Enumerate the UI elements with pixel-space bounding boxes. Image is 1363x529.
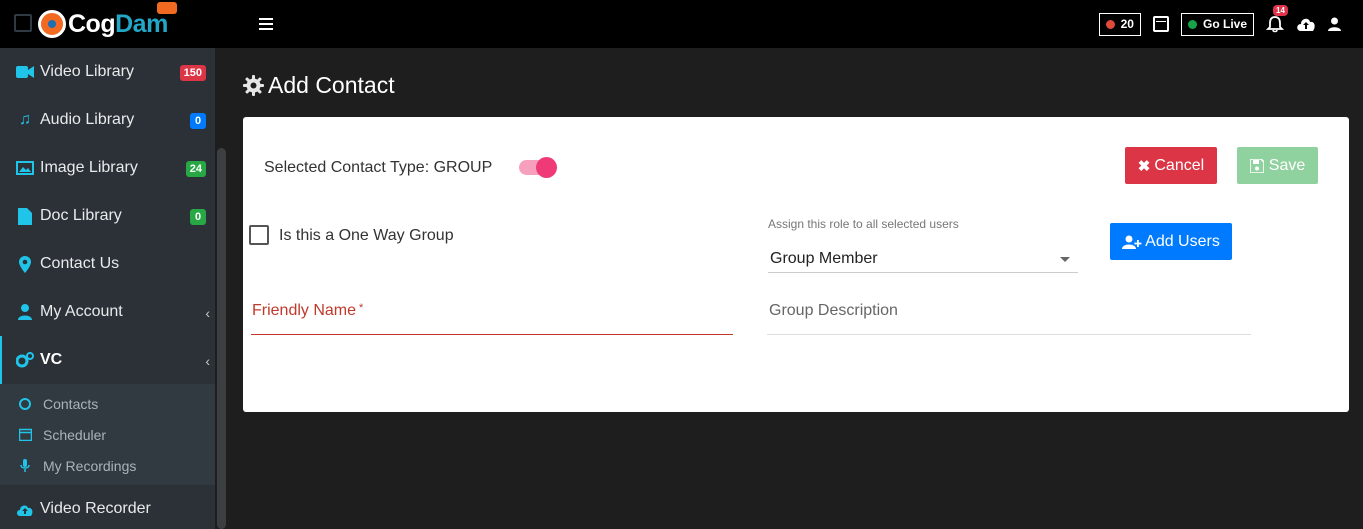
add-users-button-label: Add Users: [1145, 232, 1220, 250]
topbar: 20 Go Live 14: [228, 0, 1363, 48]
sidebar-item-label: VC: [40, 351, 63, 368]
logo-bubble-icon: [157, 1, 178, 14]
sidebar-subitem-label: Scheduler: [43, 426, 107, 443]
sidebar-item-label: Image Library: [40, 159, 138, 176]
recordings-counter[interactable]: 20: [1098, 12, 1141, 36]
sidebar-subitem-label: Contacts: [43, 395, 99, 412]
floppy-disk-icon: [1249, 158, 1264, 173]
role-select-value: Group Member: [770, 250, 878, 267]
sidebar-item-video-library[interactable]: Video Library 150: [0, 48, 215, 96]
logo-text-cog: Cog: [68, 9, 116, 38]
video-icon: [16, 63, 34, 81]
hamburger-menu-icon[interactable]: [259, 18, 273, 30]
cloud-upload-icon[interactable]: [1296, 17, 1316, 31]
friendly-name-label: Friendly Name *: [252, 302, 364, 319]
one-way-group-checkbox[interactable]: [249, 225, 269, 245]
sidebar-item-label: Video Library: [40, 63, 134, 80]
image-icon: [16, 159, 34, 177]
save-button-label: Save: [1268, 156, 1306, 174]
sidebar-item-label: My Account: [40, 303, 123, 320]
sidebar-menu: Video Library 150 ♫ Audio Library 0 Imag…: [0, 48, 215, 529]
count-badge: 0: [190, 113, 206, 129]
circle-icon: [18, 397, 32, 411]
sidebar: Cog Dam Video Library 150 ♫ Audio Librar…: [0, 0, 228, 529]
cancel-button[interactable]: ✖ Cancel: [1125, 147, 1217, 184]
required-marker: *: [359, 302, 364, 314]
friendly-name-input[interactable]: Friendly Name *: [251, 295, 733, 335]
logo-bar: Cog Dam: [0, 0, 228, 48]
cancel-button-label: Cancel: [1154, 156, 1205, 174]
contact-type-label: Selected Contact Type: GROUP: [264, 159, 493, 176]
one-way-group-label: Is this a One Way Group: [279, 227, 454, 244]
chevron-left-icon: ‹: [205, 353, 210, 369]
go-live-button[interactable]: Go Live: [1180, 12, 1254, 36]
recordings-count: 20: [1120, 17, 1134, 31]
user-profile-icon[interactable]: [1328, 17, 1341, 31]
cloud-upload-icon: [16, 500, 34, 518]
caret-down-icon: [1060, 257, 1070, 262]
notifications-bell-icon[interactable]: 14: [1266, 5, 1288, 33]
sidebar-item-image-library[interactable]: Image Library 24: [0, 144, 215, 192]
user-plus-icon: [1122, 235, 1142, 249]
logo-mark-icon: [38, 10, 66, 38]
logo[interactable]: Cog Dam: [38, 1, 178, 39]
sidebar-scrollbar[interactable]: [215, 48, 228, 529]
save-button[interactable]: Save: [1237, 147, 1318, 184]
live-dot-icon: [1187, 19, 1197, 29]
calendar-icon: [14, 14, 32, 32]
cogs-icon: [16, 351, 34, 369]
go-live-label: Go Live: [1202, 17, 1247, 31]
user-icon: [16, 303, 34, 321]
count-badge: 24: [185, 161, 206, 177]
microphone-icon: [18, 458, 32, 473]
sidebar-subitem-contacts[interactable]: Contacts: [0, 388, 215, 419]
add-users-button[interactable]: Add Users: [1110, 223, 1232, 260]
vc-submenu: Contacts Scheduler My Recordings: [0, 384, 215, 485]
role-select[interactable]: Group Member: [768, 245, 1078, 273]
count-badge: 0: [190, 209, 206, 225]
scrollbar-thumb[interactable]: [217, 148, 226, 529]
count-badge: 150: [179, 65, 206, 81]
calendar-icon[interactable]: [1152, 16, 1169, 32]
logo-text-dam: Dam: [115, 1, 178, 39]
group-description-input[interactable]: Group Description: [767, 295, 1251, 335]
page-title: Add Contact: [243, 72, 395, 99]
sidebar-item-contact-us[interactable]: Contact Us: [0, 240, 215, 288]
sidebar-item-my-account[interactable]: My Account ‹: [0, 288, 215, 336]
music-icon: ♫: [19, 111, 31, 128]
toggle-knob: [536, 157, 557, 178]
record-dot-icon: [1105, 19, 1115, 29]
contact-type-toggle[interactable]: [519, 157, 557, 178]
sidebar-item-audio-library[interactable]: ♫ Audio Library 0: [0, 96, 215, 144]
group-description-label: Group Description: [769, 302, 898, 319]
notifications-badge: 14: [1273, 5, 1288, 16]
sidebar-subitem-my-recordings[interactable]: My Recordings: [0, 450, 215, 481]
close-icon: ✖: [1137, 157, 1151, 175]
sidebar-item-label: Video Recorder: [40, 500, 151, 517]
sidebar-item-video-recorder[interactable]: Video Recorder: [0, 485, 215, 529]
document-icon: [16, 207, 34, 225]
sidebar-item-vc[interactable]: VC ‹: [0, 336, 215, 384]
calendar-icon: [18, 428, 32, 442]
chevron-left-icon: ‹: [205, 305, 210, 321]
sidebar-item-label: Contact Us: [40, 255, 120, 272]
page-title-text: Add Contact: [268, 72, 395, 98]
map-marker-icon: [16, 255, 34, 273]
sidebar-item-doc-library[interactable]: Doc Library 0: [0, 192, 215, 240]
sidebar-item-label: Doc Library: [40, 207, 122, 224]
sidebar-item-label: Audio Library: [40, 111, 135, 128]
gear-icon: [243, 75, 264, 96]
add-contact-form: Selected Contact Type: GROUP ✖ Cancel Sa…: [243, 117, 1349, 412]
sidebar-subitem-label: My Recordings: [43, 457, 137, 474]
topbar-actions: 20 Go Live 14: [1098, 0, 1341, 48]
sidebar-subitem-scheduler[interactable]: Scheduler: [0, 419, 215, 450]
assign-role-label: Assign this role to all selected users: [768, 217, 959, 231]
